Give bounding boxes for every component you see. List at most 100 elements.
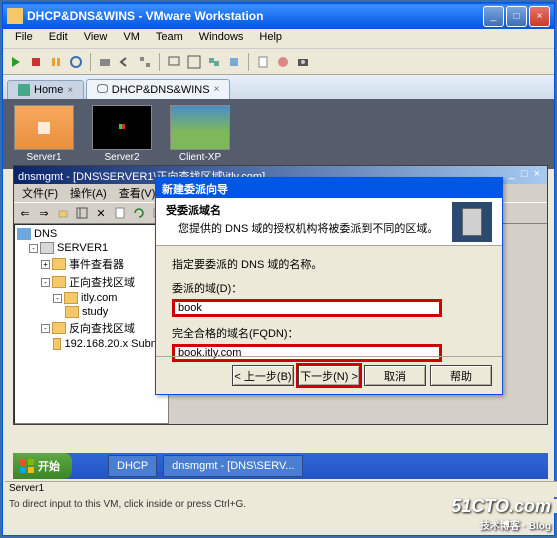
- appliance-icon[interactable]: [274, 53, 292, 71]
- folder-icon: [52, 258, 66, 270]
- tabs-row: Home × 🖵 DHCP&DNS&WINS ×: [3, 75, 554, 99]
- tree-forward-zones[interactable]: -正向查找区域: [17, 273, 166, 291]
- home-icon: [18, 84, 30, 96]
- menu-help[interactable]: Help: [251, 29, 290, 48]
- tree-subnet[interactable]: 192.168.20.x Subnet: [17, 337, 166, 351]
- watermark: 51CTO.com 技术博客 · Blog: [451, 496, 551, 532]
- wizard-heading: 受委派域名: [166, 202, 452, 218]
- menu-edit[interactable]: Edit: [41, 29, 76, 48]
- tab-label: Home: [34, 84, 63, 96]
- help-button[interactable]: 帮助: [430, 365, 492, 386]
- tree-root[interactable]: DNS: [17, 227, 166, 241]
- delegated-domain-input[interactable]: [172, 299, 442, 317]
- refresh-icon[interactable]: [131, 205, 147, 221]
- start-button[interactable]: 开始: [13, 453, 72, 479]
- tree-event-viewer[interactable]: +事件查看器: [17, 255, 166, 273]
- vm-thumb[interactable]: Server2: [87, 105, 157, 163]
- minimize-button[interactable]: _: [483, 6, 504, 27]
- dns-icon: [17, 228, 31, 240]
- server-icon: [40, 242, 54, 254]
- tree-zone-itly[interactable]: -itly.com: [17, 291, 166, 305]
- mmc-max-icon[interactable]: □: [521, 168, 528, 182]
- up-icon[interactable]: [55, 205, 71, 221]
- vm-icon: 🖵: [97, 83, 108, 96]
- collapse-icon[interactable]: -: [41, 278, 50, 287]
- tree-pane[interactable]: DNS -SERVER1 +事件查看器 -正向查找区域 -itly.com st…: [14, 224, 169, 424]
- wizard-subheading: 您提供的 DNS 域的授权机构将被委派到不同的区域。: [166, 220, 452, 236]
- tree-study[interactable]: study: [17, 305, 166, 319]
- titlebar: DHCP&DNS&WINS - VMware Workstation _ □ ×: [3, 3, 554, 29]
- collapse-icon[interactable]: -: [41, 324, 50, 333]
- window-title: DHCP&DNS&WINS - VMware Workstation: [27, 9, 483, 23]
- vm-thumb[interactable]: Client-XP: [165, 105, 235, 163]
- mmc-close-icon[interactable]: ×: [534, 168, 540, 182]
- thumb-preview: [92, 105, 152, 150]
- unity-icon[interactable]: [225, 53, 243, 71]
- thumb-preview: [170, 105, 230, 150]
- windows-logo-icon: [19, 458, 35, 474]
- tree-reverse-zones[interactable]: -反向查找区域: [17, 319, 166, 337]
- wizard-titlebar: 新建委派向导: [156, 178, 502, 198]
- mmc-menu-file[interactable]: 文件(F): [16, 184, 64, 202]
- properties-icon[interactable]: [112, 205, 128, 221]
- folder-icon: [52, 322, 66, 334]
- collapse-icon[interactable]: -: [29, 244, 38, 253]
- thumb-label: Client-XP: [179, 152, 221, 163]
- app-icon: [7, 8, 23, 24]
- mmc-min-icon[interactable]: _: [509, 168, 515, 182]
- menu-vm[interactable]: VM: [115, 29, 148, 48]
- maximize-button[interactable]: □: [506, 6, 527, 27]
- server-glyph-icon: [452, 202, 492, 242]
- show-hide-tree-icon[interactable]: [74, 205, 90, 221]
- menu-team[interactable]: Team: [148, 29, 191, 48]
- taskbar: 开始 DHCP dnsmgmt - [DNS\SERV...: [13, 453, 548, 479]
- cancel-button[interactable]: 取消: [364, 365, 426, 386]
- capture-icon[interactable]: [294, 53, 312, 71]
- thumb-label: Server1: [26, 152, 61, 163]
- suspend-icon[interactable]: [47, 53, 65, 71]
- power-off-icon[interactable]: [27, 53, 45, 71]
- vm-thumbnails: Server1 Server2 Client-XP: [3, 99, 554, 169]
- tree-server[interactable]: -SERVER1: [17, 241, 166, 255]
- summary-icon[interactable]: [254, 53, 272, 71]
- close-icon[interactable]: ×: [67, 85, 73, 96]
- status-panel: Server1: [5, 481, 557, 497]
- show-console-icon[interactable]: [165, 53, 183, 71]
- menu-file[interactable]: File: [7, 29, 41, 48]
- back-button[interactable]: < 上一步(B): [232, 365, 294, 386]
- power-on-icon[interactable]: [7, 53, 25, 71]
- thumb-label: Server2: [104, 152, 139, 163]
- full-screen-icon[interactable]: [185, 53, 203, 71]
- close-button[interactable]: ×: [529, 6, 550, 27]
- task-dhcp[interactable]: DHCP: [108, 455, 157, 477]
- toolbar: [3, 49, 554, 75]
- task-dnsmgmt[interactable]: dnsmgmt - [DNS\SERV...: [163, 455, 303, 477]
- fqdn-label: 完全合格的域名(FQDN)：: [172, 325, 486, 341]
- menubar: File Edit View VM Team Windows Help: [3, 29, 554, 49]
- wizard-header: 受委派域名 您提供的 DNS 域的授权机构将被委派到不同的区域。: [156, 198, 502, 246]
- close-icon[interactable]: ×: [214, 84, 220, 95]
- mmc-menu-action[interactable]: 操作(A): [64, 184, 113, 202]
- delete-icon[interactable]: ✕: [93, 205, 109, 221]
- tab-active-vm[interactable]: 🖵 DHCP&DNS&WINS ×: [86, 79, 230, 99]
- reset-icon[interactable]: [67, 53, 85, 71]
- quick-switch-icon[interactable]: [205, 53, 223, 71]
- thumb-preview: [14, 105, 74, 150]
- next-button[interactable]: 下一步(N) >: [298, 365, 360, 386]
- snapshot-icon[interactable]: [96, 53, 114, 71]
- menu-view[interactable]: View: [76, 29, 116, 48]
- manage-snapshot-icon[interactable]: [136, 53, 154, 71]
- revert-icon[interactable]: [116, 53, 134, 71]
- delegation-wizard: 新建委派向导 受委派域名 您提供的 DNS 域的授权机构将被委派到不同的区域。 …: [155, 177, 503, 395]
- vm-thumb[interactable]: Server1: [9, 105, 79, 163]
- forward-icon[interactable]: ⇒: [36, 205, 52, 221]
- collapse-icon[interactable]: -: [53, 294, 62, 303]
- tab-home[interactable]: Home ×: [7, 80, 84, 99]
- folder-icon: [65, 306, 79, 318]
- zone-icon: [53, 338, 61, 350]
- wizard-intro: 指定要委派的 DNS 域的名称。: [172, 256, 486, 272]
- menu-windows[interactable]: Windows: [191, 29, 252, 48]
- zone-icon: [64, 292, 78, 304]
- back-icon[interactable]: ⇐: [17, 205, 33, 221]
- expand-icon[interactable]: +: [41, 260, 50, 269]
